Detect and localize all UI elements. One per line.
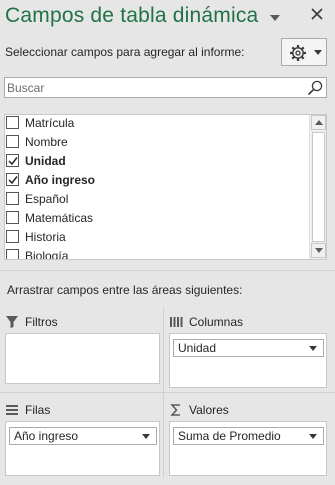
field-checkbox[interactable] xyxy=(6,154,19,167)
filters-label: Filtros xyxy=(25,315,58,329)
columns-area: Columnas Unidad xyxy=(169,311,327,388)
search-input[interactable] xyxy=(5,78,295,97)
chevron-down-icon[interactable] xyxy=(309,434,317,439)
columns-field-pill[interactable]: Unidad xyxy=(173,339,324,357)
area-divider-horizontal xyxy=(0,392,335,393)
areas-instruction: Arrastrar campos entre las áreas siguien… xyxy=(7,283,243,297)
section-divider xyxy=(0,270,335,271)
field-item-ano-ingreso[interactable]: Año ingreso xyxy=(6,170,95,189)
filters-dropzone[interactable] xyxy=(5,333,160,384)
values-label: Valores xyxy=(189,403,229,417)
check-icon xyxy=(8,157,18,166)
filters-header: Filtros xyxy=(5,311,160,333)
rows-label: Filas xyxy=(25,403,51,417)
field-item-nombre[interactable]: Nombre xyxy=(6,132,68,151)
field-item-biologia[interactable]: Biología xyxy=(6,246,69,260)
values-field-pill[interactable]: Suma de Promedio xyxy=(173,427,324,445)
field-label: Nombre xyxy=(25,134,68,149)
sigma-icon xyxy=(169,403,183,417)
chevron-up-icon xyxy=(315,120,323,125)
tools-button[interactable] xyxy=(281,38,327,66)
field-item-unidad[interactable]: Unidad xyxy=(6,151,66,170)
field-label: Historia xyxy=(25,229,66,244)
scroll-thumb[interactable] xyxy=(312,132,325,242)
rows-area: Filas Año ingreso xyxy=(5,399,160,476)
field-item-historia[interactable]: Historia xyxy=(6,227,66,246)
field-list: Matrícula Nombre Unidad Año ingreso Espa… xyxy=(4,114,327,260)
filters-area: Filtros xyxy=(5,311,160,384)
search-icon[interactable] xyxy=(307,80,323,96)
rows-field-pill[interactable]: Año ingreso xyxy=(9,427,157,445)
chevron-down-icon[interactable] xyxy=(142,434,150,439)
field-label: Año ingreso xyxy=(25,172,96,187)
field-label: Biología xyxy=(25,248,69,260)
area-divider-vertical xyxy=(163,308,164,478)
rows-icon xyxy=(5,403,19,417)
field-checkbox[interactable] xyxy=(6,192,19,205)
pill-label: Año ingreso xyxy=(14,429,79,443)
check-icon xyxy=(8,176,18,185)
values-area: Valores Suma de Promedio xyxy=(169,399,327,476)
panel-title: Campos de tabla dinámica xyxy=(5,4,259,27)
filter-icon xyxy=(5,315,19,329)
field-label: Matemáticas xyxy=(25,210,94,225)
columns-label: Columnas xyxy=(189,315,244,329)
field-item-matricula[interactable]: Matrícula xyxy=(6,115,75,132)
chevron-down-icon xyxy=(314,50,322,55)
values-header: Valores xyxy=(169,399,327,421)
rows-dropzone[interactable]: Año ingreso xyxy=(5,421,160,476)
columns-header: Columnas xyxy=(169,311,327,333)
field-label: Español xyxy=(25,191,69,206)
gear-icon xyxy=(290,45,306,61)
field-checkbox[interactable] xyxy=(6,249,19,259)
field-item-matematicas[interactable]: Matemáticas xyxy=(6,208,93,227)
pill-label: Suma de Promedio xyxy=(178,429,281,443)
field-checkbox[interactable] xyxy=(6,135,19,148)
field-list-scrollbar[interactable] xyxy=(309,115,326,259)
chevron-down-icon[interactable] xyxy=(269,10,281,21)
field-item-espanol[interactable]: Español xyxy=(6,189,68,208)
rows-header: Filas xyxy=(5,399,160,421)
field-checkbox[interactable] xyxy=(6,116,19,129)
values-dropzone[interactable]: Suma de Promedio xyxy=(169,421,327,476)
field-label: Matrícula xyxy=(25,115,75,130)
choose-fields-label: Seleccionar campos para agregar al infor… xyxy=(5,45,245,59)
close-icon[interactable] xyxy=(309,6,325,22)
chevron-down-icon[interactable] xyxy=(309,346,317,351)
field-checkbox[interactable] xyxy=(6,211,19,224)
columns-dropzone[interactable]: Unidad xyxy=(169,333,327,388)
search-box xyxy=(4,77,327,98)
chevron-down-icon xyxy=(315,248,323,253)
columns-icon xyxy=(169,315,183,329)
field-checkbox[interactable] xyxy=(6,230,19,243)
scroll-up-button[interactable] xyxy=(311,115,326,130)
scroll-down-button[interactable] xyxy=(311,243,326,258)
pill-label: Unidad xyxy=(178,341,217,355)
field-checkbox[interactable] xyxy=(6,173,19,186)
field-label: Unidad xyxy=(25,153,66,168)
